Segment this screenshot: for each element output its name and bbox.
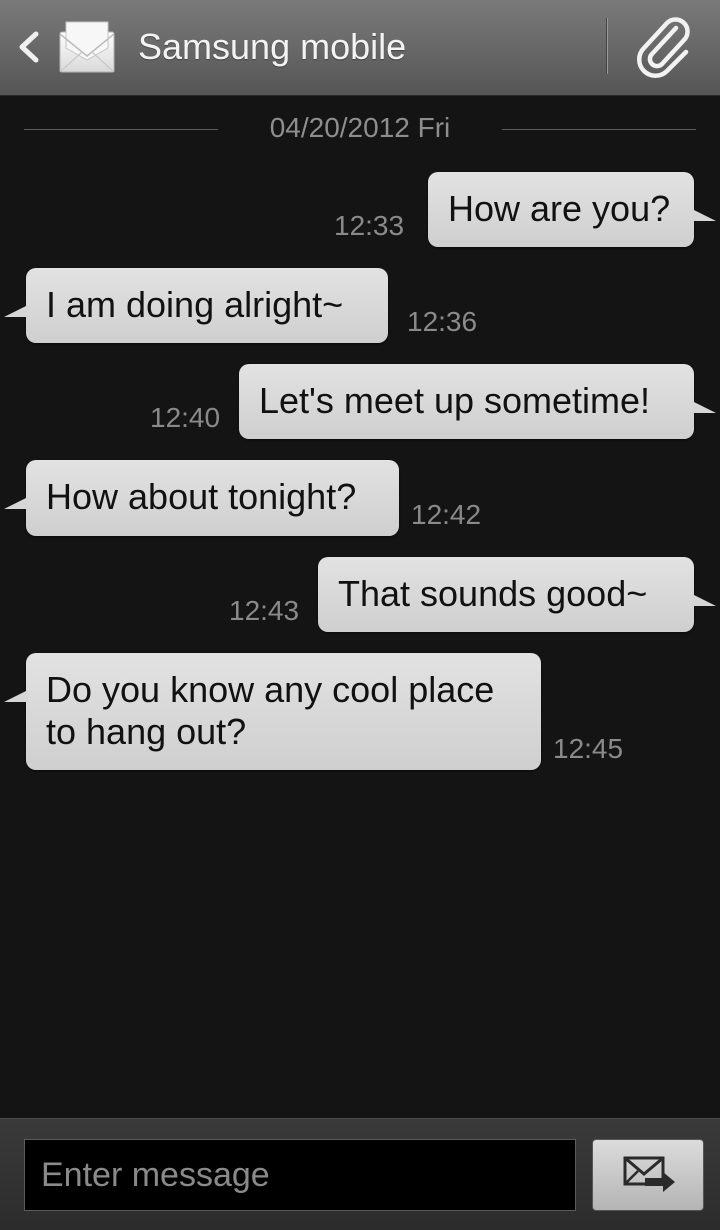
message-text: That sounds good~ <box>338 573 648 614</box>
divider-line <box>502 129 696 130</box>
compose-bar <box>0 1118 720 1230</box>
app-header: Samsung mobile <box>0 0 720 96</box>
message-bubble-outgoing[interactable]: Let's meet up sometime! <box>239 364 716 439</box>
message-bubble-incoming[interactable]: How about tonight? <box>4 460 399 536</box>
message-bubble-incoming[interactable]: I am doing alright~ <box>4 268 388 343</box>
message-timestamp: 12:40 <box>150 402 221 433</box>
message-timestamp: 12:43 <box>229 595 300 626</box>
paperclip-icon <box>636 17 690 79</box>
back-button[interactable] <box>10 24 50 70</box>
message-bubble-outgoing[interactable]: That sounds good~ <box>318 557 716 632</box>
message-text: How about tonight? <box>46 476 357 517</box>
divider-line <box>24 129 218 130</box>
message-timestamp: 12:36 <box>407 306 478 337</box>
message-text: Let's meet up sometime! <box>259 380 651 421</box>
message-input[interactable] <box>24 1139 576 1211</box>
send-button[interactable] <box>592 1139 704 1211</box>
back-arrow-icon <box>19 31 39 63</box>
message-text: Do you know any cool place to hang out? <box>46 669 495 752</box>
date-separator: 04/20/2012 Fri <box>0 108 720 148</box>
header-divider <box>606 18 608 74</box>
message-text: How are you? <box>448 188 671 229</box>
envelope-icon <box>59 21 115 73</box>
message-bubble-outgoing[interactable]: How are you? <box>428 172 716 247</box>
message-timestamp: 12:42 <box>411 499 482 530</box>
contact-name: Samsung mobile <box>138 26 407 67</box>
attach-button[interactable] <box>626 14 702 80</box>
message-timestamp: 12:33 <box>334 210 405 241</box>
message-text: I am doing alright~ <box>46 284 344 325</box>
send-message-icon <box>623 1156 675 1192</box>
conversation-date: 04/20/2012 Fri <box>269 112 451 143</box>
message-bubble-incoming[interactable]: Do you know any cool place to hang out? <box>4 653 541 770</box>
message-timestamp: 12:45 <box>553 733 624 764</box>
contact-avatar[interactable] <box>58 18 116 76</box>
